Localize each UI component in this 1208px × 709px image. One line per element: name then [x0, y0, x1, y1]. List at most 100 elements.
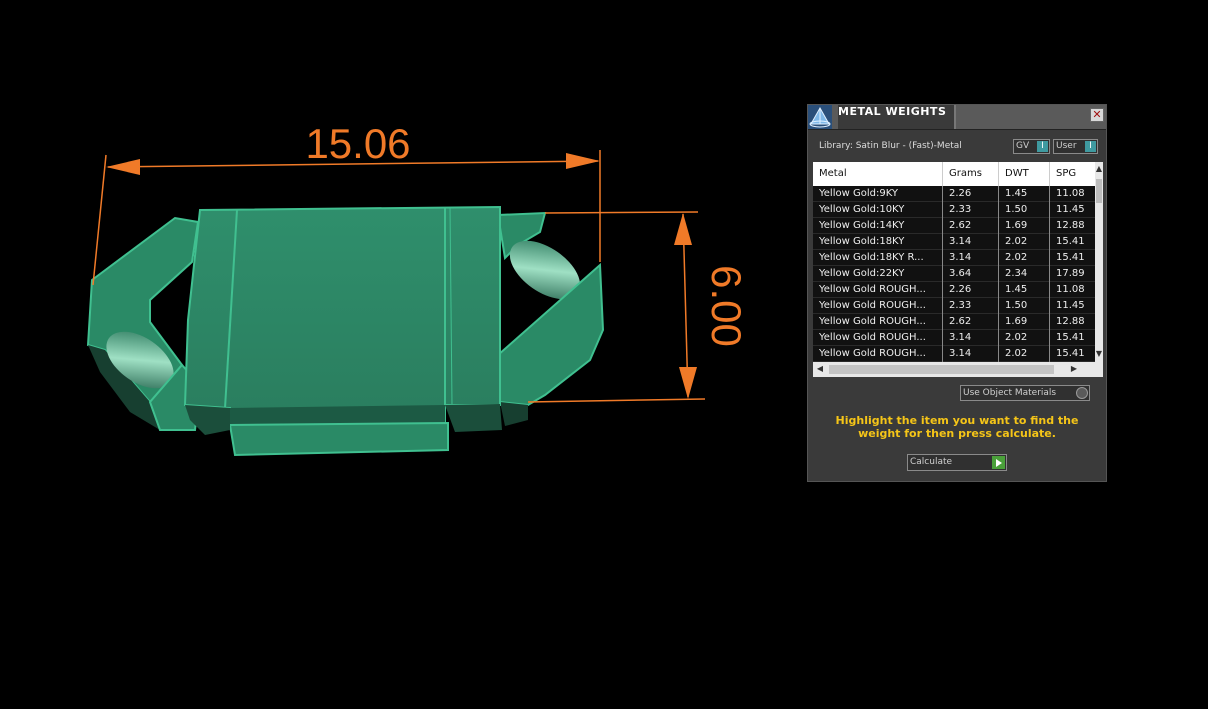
- dimension-arrow-top: [674, 213, 692, 245]
- table-row[interactable]: Yellow Gold:22KY 3.64 2.34 17.89: [813, 266, 1095, 282]
- right-link-wing: [496, 211, 605, 426]
- scroll-right-icon[interactable]: ▶: [1070, 365, 1078, 373]
- table-row[interactable]: Yellow Gold:14KY 2.62 1.69 12.88: [813, 218, 1095, 234]
- cell-dwt: 1.69: [999, 314, 1050, 330]
- cell-grams: 2.33: [943, 202, 999, 218]
- table-row[interactable]: Yellow Gold:10KY 2.33 1.50 11.45: [813, 202, 1095, 218]
- close-icon: ✕: [1092, 108, 1102, 121]
- vertical-scroll-thumb[interactable]: [1096, 179, 1102, 203]
- panel-title: METAL WEIGHTS: [838, 105, 956, 129]
- use-object-materials-label: Use Object Materials: [963, 388, 1057, 398]
- cell-spg: 12.88: [1056, 316, 1085, 327]
- cell-metal: Yellow Gold ROUGH...: [813, 282, 943, 298]
- cell-dwt: 2.02: [999, 346, 1050, 362]
- center-block: [183, 205, 502, 457]
- panel-titlebar[interactable]: METAL WEIGHTS ✕: [808, 105, 1106, 130]
- close-button[interactable]: ✕: [1090, 108, 1104, 122]
- table-row[interactable]: Yellow Gold:9KY 2.26 1.45 11.08: [813, 186, 1095, 202]
- cell-metal: Yellow Gold:18KY: [813, 234, 943, 250]
- cell-dwt: 2.02: [999, 250, 1050, 266]
- play-icon: [992, 456, 1005, 469]
- vertical-scrollbar[interactable]: ▲ ▼: [1095, 162, 1103, 362]
- horizontal-scrollbar[interactable]: ◀ ▶: [813, 362, 1103, 377]
- table-row[interactable]: Yellow Gold:18KY R... 3.14 2.02 15.41: [813, 250, 1095, 266]
- table-row[interactable]: Yellow Gold:18KY 3.14 2.02 15.41: [813, 234, 1095, 250]
- horizontal-scroll-thumb[interactable]: [829, 365, 1054, 374]
- cell-dwt: 1.50: [999, 202, 1050, 218]
- use-object-materials-toggle[interactable]: Use Object Materials: [960, 385, 1090, 401]
- cell-grams: 2.62: [943, 218, 999, 234]
- user-toggle[interactable]: User I: [1053, 139, 1098, 154]
- cell-dwt: 2.34: [999, 266, 1050, 282]
- cell-spg: 12.88: [1056, 220, 1085, 231]
- gv-toggle-label: GV: [1016, 141, 1030, 151]
- library-label: Library: Satin Blur - (Fast)-Metal: [819, 141, 962, 151]
- instructions-text: Highlight the item you want to find the …: [835, 414, 1079, 440]
- cell-spg: 11.45: [1056, 300, 1085, 311]
- dimension-arrow-right: [566, 153, 600, 169]
- dimension-arrow-bottom: [679, 367, 697, 399]
- cell-grams: 3.64: [943, 266, 999, 282]
- table-row[interactable]: Yellow Gold ROUGH... 2.33 1.50 11.45: [813, 298, 1095, 314]
- cell-spg: 11.08: [1056, 188, 1085, 199]
- scroll-left-icon[interactable]: ◀: [816, 365, 824, 373]
- radio-knob-icon: [1076, 387, 1088, 399]
- cell-grams: 3.14: [943, 250, 999, 266]
- toggle-knob-icon: I: [1085, 141, 1096, 152]
- pyramid-icon: [808, 105, 832, 129]
- cell-metal: Yellow Gold:14KY: [813, 218, 943, 234]
- user-toggle-label: User: [1056, 141, 1077, 151]
- table-row[interactable]: Yellow Gold ROUGH... 3.14 2.02 15.41: [813, 330, 1095, 346]
- cell-spg: 15.41: [1056, 236, 1085, 247]
- cell-dwt: 1.45: [999, 186, 1050, 202]
- cell-dwt: 1.50: [999, 298, 1050, 314]
- cell-grams: 3.14: [943, 346, 999, 362]
- scroll-up-icon[interactable]: ▲: [1095, 165, 1103, 173]
- cell-dwt: 2.02: [999, 234, 1050, 250]
- 3d-viewport[interactable]: 15.06 6.00: [0, 0, 790, 705]
- cell-spg: 15.41: [1056, 348, 1085, 359]
- table-body: Yellow Gold:9KY 2.26 1.45 11.08 Yellow Gold:…: [813, 186, 1095, 362]
- metal-weights-panel: METAL WEIGHTS ✕ Library: Satin Blur - (F…: [807, 104, 1107, 482]
- cell-spg: 15.41: [1056, 252, 1085, 263]
- cell-dwt: 1.69: [999, 218, 1050, 234]
- cell-dwt: 1.45: [999, 282, 1050, 298]
- model-view: 15.06 6.00: [86, 120, 750, 457]
- table-row[interactable]: Yellow Gold ROUGH... 2.26 1.45 11.08: [813, 282, 1095, 298]
- cell-metal: Yellow Gold:9KY: [813, 186, 943, 202]
- cell-metal: Yellow Gold ROUGH...: [813, 346, 943, 362]
- panel-title-text: METAL WEIGHTS: [838, 105, 947, 118]
- cell-spg: 11.08: [1056, 284, 1085, 295]
- column-header-spg[interactable]: SPG: [1050, 162, 1095, 186]
- dimension-arrow-left: [106, 159, 140, 175]
- cell-metal: Yellow Gold ROUGH...: [813, 298, 943, 314]
- cell-metal: Yellow Gold ROUGH...: [813, 314, 943, 330]
- cell-grams: 2.62: [943, 314, 999, 330]
- column-header-dwt[interactable]: DWT: [999, 162, 1050, 186]
- column-header-grams[interactable]: Grams: [943, 162, 999, 186]
- cell-spg: 15.41: [1056, 332, 1085, 343]
- gv-toggle[interactable]: GV I: [1013, 139, 1050, 154]
- scroll-down-icon[interactable]: ▼: [1095, 350, 1103, 358]
- cell-spg: 11.45: [1056, 204, 1085, 215]
- table-row[interactable]: Yellow Gold ROUGH... 3.14 2.02 15.41: [813, 346, 1095, 362]
- left-link-wing: [86, 216, 202, 431]
- cell-metal: Yellow Gold ROUGH...: [813, 330, 943, 346]
- cell-dwt: 2.02: [999, 330, 1050, 346]
- cell-grams: 2.33: [943, 298, 999, 314]
- table-row[interactable]: Yellow Gold ROUGH... 2.62 1.69 12.88: [813, 314, 1095, 330]
- cell-grams: 2.26: [943, 186, 999, 202]
- cell-grams: 3.14: [943, 234, 999, 250]
- cell-spg: 17.89: [1056, 268, 1085, 279]
- cell-grams: 2.26: [943, 282, 999, 298]
- width-dimension-label: 15.06: [305, 120, 410, 167]
- height-dimension-label: 6.00: [703, 265, 750, 347]
- column-header-metal[interactable]: Metal: [813, 162, 943, 186]
- calculate-button[interactable]: Calculate: [907, 454, 1007, 471]
- toggle-knob-icon: I: [1037, 141, 1048, 152]
- table-header: Metal Grams DWT SPG: [813, 162, 1095, 187]
- cell-metal: Yellow Gold:18KY R...: [813, 250, 943, 266]
- metal-table: Metal Grams DWT SPG Yellow Gold:9KY 2.26 1…: [813, 162, 1095, 362]
- calculate-label: Calculate: [910, 457, 953, 467]
- cell-metal: Yellow Gold:22KY: [813, 266, 943, 282]
